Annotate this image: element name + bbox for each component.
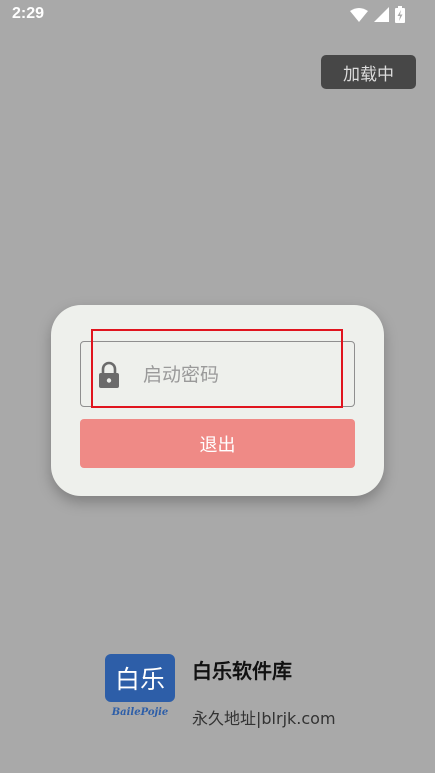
battery-charging-icon [395, 6, 405, 23]
lock-icon [99, 361, 119, 388]
loading-badge: 加载中 [321, 55, 416, 89]
brand-url: 永久地址|blrjk.com [192, 709, 336, 728]
status-bar: 2:29 [0, 0, 435, 30]
wifi-icon [350, 7, 368, 22]
brand-logo-text: 白乐 [115, 665, 165, 694]
password-field[interactable] [80, 341, 355, 407]
signal-icon [374, 7, 389, 22]
brand-name: 白乐软件库 [192, 659, 292, 683]
brand-logo-subtext: BailePojie [111, 707, 169, 718]
exit-button[interactable]: 退出 [80, 419, 355, 468]
brand-logo: 白乐 BailePojie [105, 654, 175, 718]
password-input[interactable] [143, 360, 343, 390]
status-icons [350, 6, 405, 23]
status-time: 2:29 [12, 5, 45, 22]
password-dialog: 退出 [51, 305, 384, 496]
